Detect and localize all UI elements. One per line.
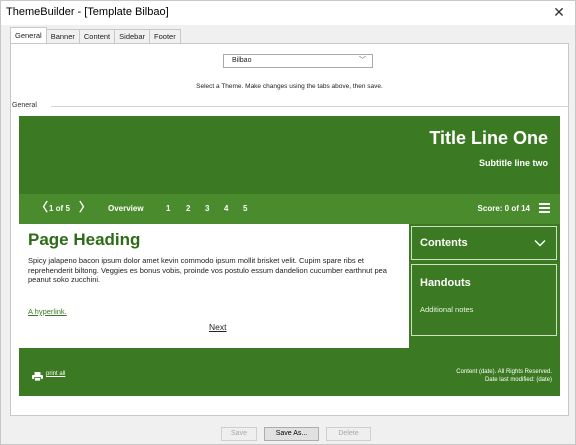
tab-banner[interactable]: Banner [45,29,80,43]
body-text: Spicy jalapeno bacon ipsum dolor amet ke… [28,256,387,284]
preview-footer: print all Content (date). All Rights Res… [19,356,560,396]
preview-sidebar: Contents Handouts Additional notes [411,226,557,348]
group-divider [51,106,569,107]
next-link[interactable]: Next [209,322,226,332]
tab-strip: General Banner Content Sidebar Footer [10,27,181,43]
close-icon[interactable]: ✕ [551,4,567,20]
title-bar: ThemeBuilder - [Template Bilbao] ✕ [1,1,575,25]
chevron-down-icon [534,240,546,247]
tab-content[interactable]: Content [78,29,116,43]
page-counter: 1 of 5 [49,204,70,213]
theme-select-value: Bilbao [232,57,252,64]
nav-page-1[interactable]: 1 [166,204,170,213]
contents-dropdown[interactable]: Contents [411,226,557,260]
window-title: ThemeBuilder - [Template Bilbao] [6,6,169,18]
preview-navbar: 〈 1 of 5 〉 Overview 1 2 3 4 5 Score: 0 o… [19,194,560,224]
contents-label: Contents [420,237,468,249]
action-buttons: Save Save As... Delete [221,427,371,441]
nav-overview-link[interactable]: Overview [108,204,144,213]
preview-subtitle: Subtitle line two [479,158,548,168]
sample-hyperlink[interactable]: A hyperlink. [28,307,67,316]
nav-page-3[interactable]: 3 [205,204,209,213]
tab-general[interactable]: General [10,27,47,43]
general-panel: Bilbao ﹀ Select a Theme. Make changes us… [10,43,569,416]
hamburger-menu-icon[interactable] [539,203,550,213]
printer-icon[interactable] [32,372,43,381]
save-button[interactable]: Save [221,427,257,441]
page-heading: Page Heading [28,230,141,249]
preview-content: Page Heading Spicy jalapeno bacon ipsum … [19,224,409,348]
footer-info: Content (date). All Rights Reserved. Dat… [456,368,552,384]
nav-page-2[interactable]: 2 [186,204,190,213]
print-all-link[interactable]: print all [46,371,65,377]
instruction-text: Select a Theme. Make changes using the t… [196,83,383,90]
nav-page-4[interactable]: 4 [224,204,228,213]
delete-button[interactable]: Delete [326,427,371,441]
handouts-label: Handouts [420,277,471,289]
next-page-icon[interactable]: 〉 [79,201,91,213]
nav-page-5[interactable]: 5 [243,204,247,213]
theme-select[interactable]: Bilbao ﹀ [223,54,373,68]
score-display: Score: 0 of 14 [477,204,530,213]
last-modified-text: Date last modified: (date) [484,377,552,383]
additional-notes: Additional notes [420,305,474,314]
preview-title: Title Line One [429,128,548,148]
tab-sidebar[interactable]: Sidebar [114,29,151,43]
theme-preview: Title Line One Subtitle line two 〈 1 of … [19,116,560,356]
chevron-down-icon: ﹀ [359,57,366,64]
group-label: General [12,102,40,109]
copyright-text: Content (date). All Rights Reserved. [456,369,552,375]
tab-footer[interactable]: Footer [149,29,181,43]
themebuilder-window: ThemeBuilder - [Template Bilbao] ✕ Gener… [0,0,576,445]
prev-page-icon[interactable]: 〈 [36,201,48,213]
handouts-box: Handouts Additional notes [411,264,557,336]
save-as-button[interactable]: Save As... [264,427,319,441]
